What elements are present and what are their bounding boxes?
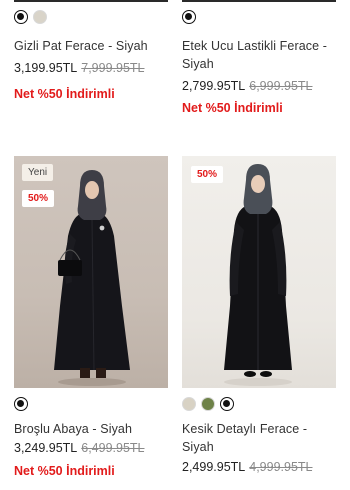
color-swatch-black[interactable] <box>220 397 234 411</box>
old-price: 6,499.95TL <box>81 441 145 455</box>
color-swatch-black[interactable] <box>182 10 196 24</box>
product-card-broslu-abaya[interactable]: Yeni 50% Broşlu Abaya - Siyah 3,249.95TL… <box>14 156 168 480</box>
product-prices: 3,249.95TL 6,499.95TL <box>14 439 168 457</box>
product-name[interactable]: Broşlu Abaya - Siyah <box>14 420 168 438</box>
current-price: 3,199.95TL <box>14 61 78 75</box>
product-card-kesik-detayli-ferace[interactable]: 50% Kesik Detaylı Ferace - Siyah 2,499.9… <box>182 156 336 476</box>
color-swatches <box>14 396 168 412</box>
new-badge: Yeni <box>22 164 54 181</box>
color-swatches <box>182 396 336 412</box>
current-price: 2,499.95TL <box>182 460 246 474</box>
color-swatch-black[interactable] <box>14 397 28 411</box>
color-swatch-beige[interactable] <box>33 10 47 24</box>
color-swatch-beige[interactable] <box>182 397 196 411</box>
color-swatches <box>14 9 168 25</box>
current-price: 3,249.95TL <box>14 441 78 455</box>
discount-badge: 50% <box>191 166 224 183</box>
product-prices: 2,799.95TL 6,999.95TL <box>182 77 336 95</box>
promo-label: Net %50 İndirimli <box>14 87 115 101</box>
product-image-top-edge <box>14 0 168 2</box>
color-swatches <box>182 9 336 25</box>
model-figure <box>224 164 292 386</box>
product-image-top-edge <box>182 0 336 2</box>
old-price: 7,999.95TL <box>81 61 145 75</box>
old-price: 6,999.95TL <box>249 79 313 93</box>
color-swatch-black[interactable] <box>14 10 28 24</box>
product-name[interactable]: Etek Ucu Lastikli Ferace - Siyah <box>182 37 336 73</box>
old-price: 4,999.95TL <box>249 460 313 474</box>
product-prices: 2,499.95TL 4,999.95TL <box>182 458 336 476</box>
product-name[interactable]: Gizli Pat Ferace - Siyah <box>14 37 168 55</box>
product-name[interactable]: Kesik Detaylı Ferace - Siyah <box>182 420 336 456</box>
discount-badge: 50% <box>22 190 55 207</box>
promo-label: Net %50 İndirimli <box>14 464 115 478</box>
product-card-gizli-pat-ferace[interactable]: Gizli Pat Ferace - Siyah 3,199.95TL 7,999… <box>14 9 168 103</box>
current-price: 2,799.95TL <box>182 79 246 93</box>
product-image[interactable]: 50% <box>182 156 336 388</box>
product-card-etek-ucu-lastikli-ferace[interactable]: Etek Ucu Lastikli Ferace - Siyah 2,799.9… <box>182 9 336 117</box>
product-prices: 3,199.95TL 7,999.95TL <box>14 59 168 77</box>
product-image[interactable]: Yeni 50% <box>14 156 168 388</box>
color-swatch-olive[interactable] <box>201 397 215 411</box>
promo-label: Net %50 İndirimli <box>182 101 283 115</box>
